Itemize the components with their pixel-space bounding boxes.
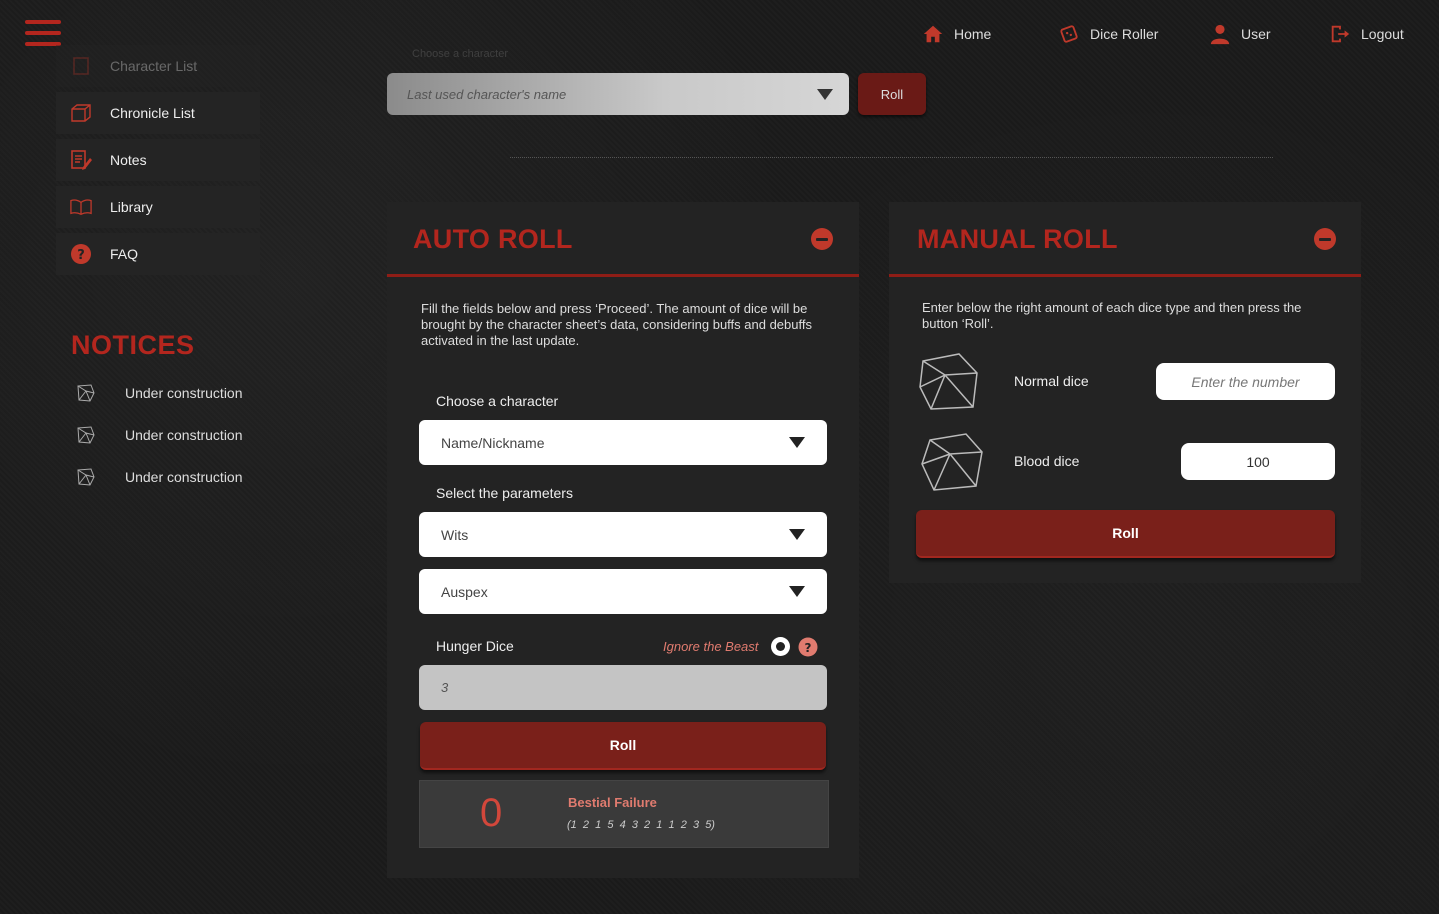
svg-text:?: ? [805, 641, 812, 655]
notice-item: Under construction [76, 425, 243, 445]
notice-label: Under construction [125, 427, 243, 443]
sidebar-item-chronicle-list[interactable]: Chronicle List [56, 92, 260, 134]
nav-user-label: User [1241, 26, 1271, 42]
blood-dice-label: Blood dice [1014, 453, 1080, 469]
manual-roll-panel: MANUAL ROLL Enter below the right amount… [889, 202, 1361, 583]
auto-roll-button[interactable]: Roll [420, 722, 826, 770]
last-character-select[interactable]: Last used character's name [387, 73, 849, 115]
nav-logout[interactable]: Logout [1329, 22, 1404, 46]
user-icon [1210, 24, 1230, 45]
parameter-select-2[interactable]: Auspex [419, 569, 827, 614]
sidebar-item-label: FAQ [110, 246, 139, 262]
chevron-down-icon [789, 586, 805, 597]
sidebar-item-faq[interactable]: ? FAQ [56, 233, 260, 275]
sidebar-item-label: Notes [110, 152, 147, 168]
manual-roll-description: Enter below the right amount of each dic… [922, 300, 1302, 331]
dice-outline-icon [77, 384, 95, 402]
top-roll-button[interactable]: Roll [858, 73, 926, 115]
chevron-down-icon [789, 529, 805, 540]
ignore-beast-label: Ignore the Beast [663, 639, 759, 654]
nav-dice-roller-label: Dice Roller [1090, 26, 1159, 42]
normal-dice-icon [917, 351, 981, 418]
nav-user[interactable]: User [1209, 22, 1271, 46]
sidebar-item-label: Character List [110, 58, 198, 74]
roll-result: 0 Bestial Failure (1 2 1 5 4 3 2 1 1 2 3… [419, 780, 829, 848]
dice-icon [1060, 25, 1078, 43]
sidebar-item-label: Library [110, 199, 153, 215]
notice-label: Under construction [125, 469, 243, 485]
dice-outline-icon [77, 426, 95, 444]
last-character-placeholder: Last used character's name [407, 86, 567, 102]
help-question-icon[interactable]: ? [798, 637, 818, 662]
sidebar-item-label: Chronicle List [110, 105, 195, 121]
ignore-beast-toggle[interactable] [771, 637, 790, 656]
chevron-down-icon [789, 437, 805, 448]
collapse-minus-icon[interactable] [1314, 228, 1336, 250]
hunger-dice-label: Hunger Dice [436, 638, 514, 654]
faded-choose-label: Choose a character [412, 48, 508, 60]
notice-label: Under construction [125, 385, 243, 401]
result-outcome: Bestial Failure [568, 795, 657, 810]
notice-item: Under construction [76, 383, 243, 403]
normal-dice-label: Normal dice [1014, 373, 1089, 389]
notice-item: Under construction [76, 467, 243, 487]
hunger-dice-value: 3 [441, 680, 449, 695]
auto-roll-header: AUTO ROLL [387, 202, 859, 277]
sidebar-item-notes[interactable]: Notes [56, 139, 260, 181]
sidebar-item-character-list[interactable]: Character List [56, 45, 260, 87]
notes-icon [70, 149, 92, 171]
result-successes: 0 [480, 791, 503, 835]
nav-home-label: Home [954, 26, 992, 42]
normal-dice-input[interactable]: Enter the number [1156, 363, 1335, 400]
blood-dice-input[interactable]: 100 [1181, 443, 1335, 480]
menu-hamburger-icon[interactable] [25, 20, 61, 46]
result-dice: (1 2 1 5 4 3 2 1 1 2 3 5) [567, 819, 715, 831]
nav-home[interactable]: Home [922, 22, 991, 46]
chevron-down-icon [817, 88, 833, 100]
divider [510, 157, 1273, 158]
nav-dice-roller[interactable]: Dice Roller [1058, 22, 1158, 46]
character-select-value: Name/Nickname [441, 434, 545, 451]
character-select[interactable]: Name/Nickname [419, 420, 827, 465]
logout-icon [1331, 25, 1350, 43]
manual-roll-title: MANUAL ROLL [917, 224, 1118, 254]
svg-text:?: ? [77, 248, 85, 263]
hunger-dice-input[interactable]: 3 [419, 665, 827, 710]
manual-roll-header: MANUAL ROLL [889, 202, 1361, 277]
sidebar-item-library[interactable]: Library [56, 186, 260, 228]
select-parameters-label: Select the parameters [436, 485, 573, 501]
choose-character-label: Choose a character [436, 393, 559, 409]
auto-roll-description: Fill the fields below and press ‘Proceed… [421, 301, 812, 348]
parameter-select-2-value: Auspex [441, 583, 488, 600]
auto-roll-title: AUTO ROLL [413, 224, 573, 254]
book-icon [70, 196, 92, 218]
home-icon [923, 25, 943, 43]
chronicle-icon [70, 102, 92, 124]
dice-outline-icon [77, 468, 95, 486]
auto-roll-panel: AUTO ROLL Fill the fields below and pres… [387, 202, 859, 878]
parameter-select-1[interactable]: Wits [419, 512, 827, 557]
blood-dice-icon [920, 432, 984, 499]
parameter-select-1-value: Wits [441, 526, 469, 543]
notices-title: NOTICES [71, 330, 195, 360]
character-icon [70, 55, 92, 77]
manual-roll-button[interactable]: Roll [916, 510, 1335, 558]
question-icon: ? [70, 243, 92, 265]
collapse-minus-icon[interactable] [811, 228, 833, 250]
nav-logout-label: Logout [1361, 26, 1404, 42]
